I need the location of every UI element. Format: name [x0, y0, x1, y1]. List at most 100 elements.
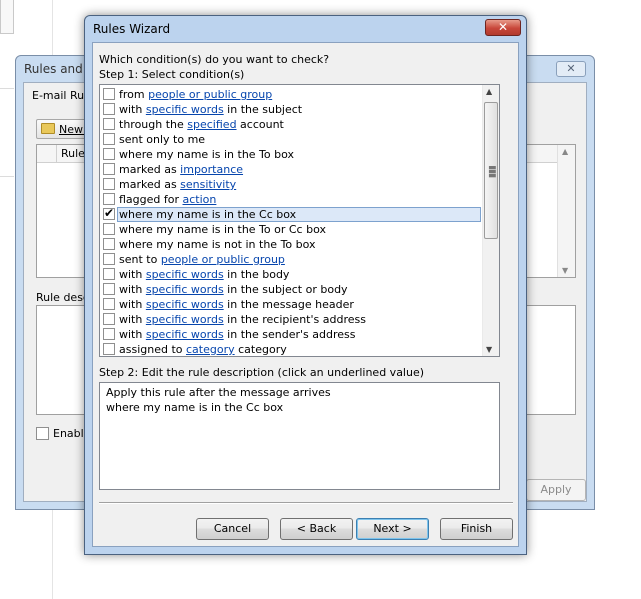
- close-button[interactable]: ✕: [556, 61, 586, 77]
- close-button[interactable]: ✕: [485, 19, 521, 36]
- condition-item[interactable]: flagged for action: [100, 192, 482, 207]
- condition-text-pre: marked as: [119, 178, 181, 191]
- condition-checkbox[interactable]: [103, 223, 115, 235]
- condition-item[interactable]: assigned to category category: [100, 342, 482, 356]
- condition-link[interactable]: importance: [180, 163, 243, 176]
- condition-checkbox[interactable]: [103, 118, 115, 130]
- condition-text: sent only to me: [119, 132, 205, 147]
- condition-checkbox[interactable]: [103, 88, 115, 100]
- back-button[interactable]: < Back: [280, 518, 353, 540]
- condition-checkbox[interactable]: [103, 178, 115, 190]
- rule-description-box[interactable]: Apply this rule after the message arrive…: [99, 382, 500, 490]
- condition-text: where my name is in the To or Cc box: [119, 222, 326, 237]
- condition-checkbox[interactable]: [103, 313, 115, 325]
- condition-link[interactable]: category: [186, 343, 235, 356]
- condition-text-pre: sent only to me: [119, 133, 206, 146]
- condition-item[interactable]: through the specified account: [100, 117, 482, 132]
- condition-text-pre: marked as: [119, 163, 181, 176]
- condition-link[interactable]: specific words: [146, 103, 224, 116]
- close-icon: ✕: [566, 62, 576, 75]
- condition-text-pre: where my name is in the To or Cc box: [119, 223, 326, 236]
- condition-checkbox[interactable]: [103, 103, 115, 115]
- finish-button[interactable]: Finish: [440, 518, 513, 540]
- description-line: where my name is in the Cc box: [106, 401, 284, 414]
- condition-item[interactable]: from people or public group: [100, 87, 482, 102]
- condition-link[interactable]: specific words: [146, 328, 224, 341]
- condition-checkbox[interactable]: [103, 268, 115, 280]
- condition-text: marked as importance: [119, 162, 243, 177]
- condition-item[interactable]: with specific words in the sender's addr…: [100, 327, 482, 342]
- condition-text-pre: where my name is in the To box: [119, 148, 295, 161]
- condition-item[interactable]: where my name is in the To or Cc box: [100, 222, 482, 237]
- scroll-thumb[interactable]: ▬ ▬ ▬: [484, 102, 498, 239]
- condition-text-post: category: [234, 343, 287, 356]
- condition-link[interactable]: action: [183, 193, 217, 206]
- rules-list-scrollbar[interactable]: ▲ ▼: [557, 145, 575, 277]
- conditions-list[interactable]: from people or public group with specific…: [99, 84, 500, 357]
- next-button[interactable]: Next >: [356, 518, 429, 540]
- condition-text: sent to people or public group: [119, 252, 285, 267]
- condition-item[interactable]: with specific words in the message heade…: [100, 297, 482, 312]
- condition-text: with specific words in the subject: [119, 102, 302, 117]
- scroll-down-icon[interactable]: ▼: [486, 345, 492, 354]
- condition-item[interactable]: with specific words in the subject: [100, 102, 482, 117]
- condition-item[interactable]: where my name is not in the To box: [100, 237, 482, 252]
- condition-text: where my name is not in the To box: [119, 237, 316, 252]
- condition-item[interactable]: marked as importance: [100, 162, 482, 177]
- scroll-down-icon[interactable]: ▼: [562, 266, 568, 275]
- condition-text-pre: where my name is in the Cc box: [119, 208, 297, 221]
- condition-checkbox[interactable]: [103, 283, 115, 295]
- condition-text-post: in the sender's address: [223, 328, 356, 341]
- divider: [0, 88, 14, 89]
- condition-text: flagged for action: [119, 192, 216, 207]
- condition-text-pre: with: [119, 268, 146, 281]
- condition-checkbox[interactable]: ✔: [103, 206, 115, 220]
- condition-checkbox[interactable]: [103, 193, 115, 205]
- condition-link[interactable]: people or public group: [161, 253, 285, 266]
- condition-checkbox[interactable]: [103, 328, 115, 340]
- condition-text: with specific words in the subject or bo…: [119, 282, 348, 297]
- condition-text-post: in the message header: [223, 298, 354, 311]
- condition-item[interactable]: with specific words in the subject or bo…: [100, 282, 482, 297]
- scroll-up-icon[interactable]: ▲: [562, 147, 568, 156]
- condition-checkbox[interactable]: [103, 238, 115, 250]
- condition-checkbox[interactable]: [103, 148, 115, 160]
- background-window-edge: [0, 0, 14, 34]
- condition-text: with specific words in the message heade…: [119, 297, 354, 312]
- condition-checkbox[interactable]: [103, 343, 115, 355]
- condition-item[interactable]: ✔ where my name is in the Cc box: [100, 206, 482, 222]
- condition-item[interactable]: where my name is in the To box: [100, 147, 482, 162]
- condition-link[interactable]: specific words: [146, 283, 224, 296]
- condition-item[interactable]: sent to people or public group: [100, 252, 482, 267]
- condition-link[interactable]: specific words: [146, 268, 224, 281]
- rules-wizard-dialog: Rules Wizard ✕ Which condition(s) do you…: [84, 15, 527, 555]
- condition-text: where my name is in the To box: [119, 147, 294, 162]
- condition-link[interactable]: specific words: [146, 313, 224, 326]
- condition-checkbox[interactable]: [103, 298, 115, 310]
- rules-wizard-client: Which condition(s) do you want to check?…: [92, 42, 519, 547]
- scroll-up-icon[interactable]: ▲: [486, 87, 492, 96]
- condition-item[interactable]: with specific words in the body: [100, 267, 482, 282]
- checkbox-icon[interactable]: [36, 427, 49, 440]
- apply-button[interactable]: Apply: [526, 479, 586, 501]
- condition-item[interactable]: marked as sensitivity: [100, 177, 482, 192]
- separator: [99, 502, 513, 504]
- condition-item[interactable]: with specific words in the recipient's a…: [100, 312, 482, 327]
- description-line: Apply this rule after the message arrive…: [106, 386, 331, 399]
- condition-checkbox[interactable]: [103, 163, 115, 175]
- close-icon: ✕: [497, 20, 509, 34]
- condition-item[interactable]: sent only to me: [100, 132, 482, 147]
- condition-link[interactable]: specified: [187, 118, 236, 131]
- conditions-scrollbar[interactable]: ▲ ▬ ▬ ▬ ▼: [482, 85, 499, 356]
- condition-checkbox[interactable]: [103, 253, 115, 265]
- condition-checkbox[interactable]: [103, 133, 115, 145]
- condition-link[interactable]: people or public group: [148, 88, 272, 101]
- condition-text: with specific words in the sender's addr…: [119, 327, 355, 342]
- cancel-button[interactable]: Cancel: [196, 518, 269, 540]
- condition-link[interactable]: specific words: [146, 298, 224, 311]
- condition-link[interactable]: sensitivity: [180, 178, 236, 191]
- step2-label: Step 2: Edit the rule description (click…: [99, 366, 425, 379]
- condition-text-pre: with: [119, 328, 146, 341]
- condition-text-post: in the subject or body: [223, 283, 348, 296]
- enable-checkbox[interactable]: Enable: [36, 427, 90, 440]
